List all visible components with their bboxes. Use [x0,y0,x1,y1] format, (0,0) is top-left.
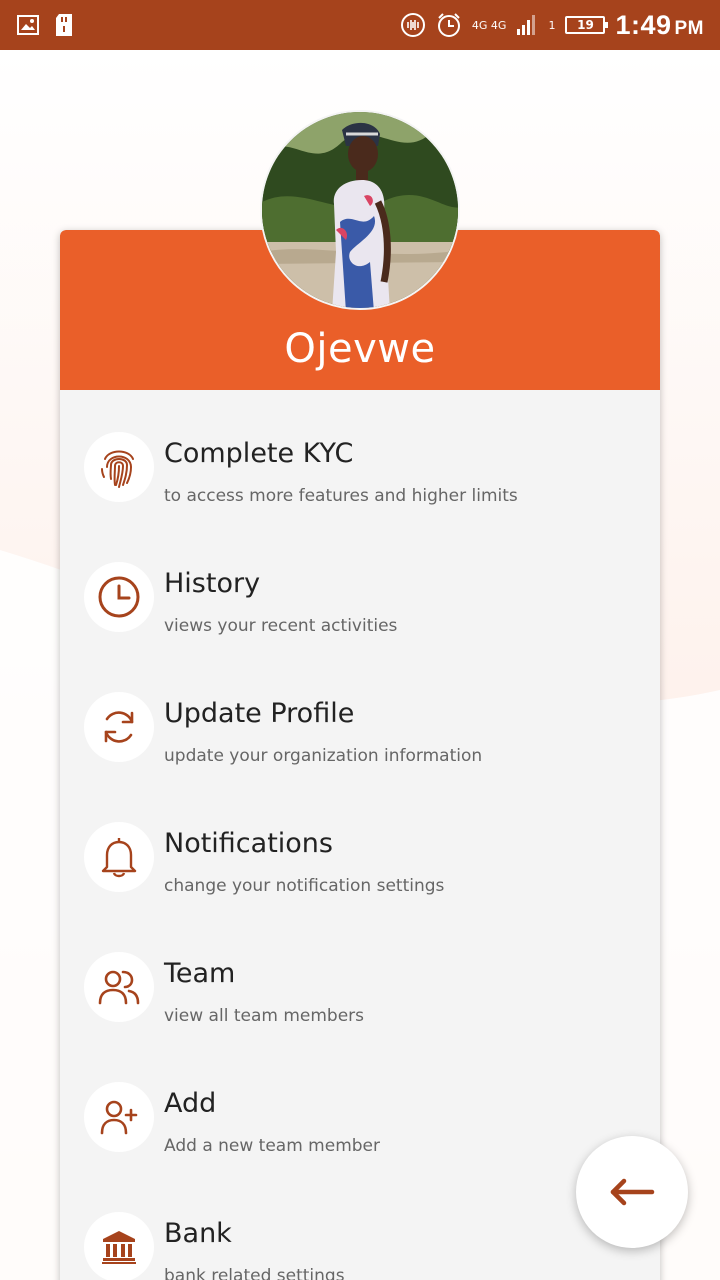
menu-item-title: Add [164,1088,217,1119]
arrow-left-icon [610,1178,655,1206]
menu-item-title: History [164,568,261,599]
back-fab-button[interactable] [576,1136,688,1248]
status-bar: 4G 4G 1 19 1:49 PM [0,0,720,50]
menu-item-history[interactable]: History views your recent activities [60,520,660,640]
image-icon [16,13,40,37]
menu-item-update-profile[interactable]: Update Profile update your organization … [60,650,660,770]
menu-item-subtitle: views your recent activities [164,616,398,636]
profile-card: Ojevwe Complete KYC to access more featu… [60,230,660,1280]
user-plus-icon [84,1082,154,1152]
sd-card-icon [54,13,74,37]
signal-icon [516,13,538,37]
menu-item-subtitle: Add a new team member [164,1136,381,1156]
menu-item-add[interactable]: Add Add a new team member [60,1040,660,1160]
battery-indicator: 19 [565,16,609,34]
menu-item-title: Notifications [164,828,333,859]
menu-item-subtitle: to access more features and higher limit… [164,486,518,506]
menu-item-notifications[interactable]: Notifications change your notification s… [60,780,660,900]
menu-item-team[interactable]: Team view all team members [60,910,660,1030]
sim-slot: 1 [548,18,556,32]
menu-item-subtitle: update your organization information [164,746,483,766]
vibrate-icon [400,12,426,38]
clock-icon [84,562,154,632]
profile-avatar[interactable] [260,110,460,310]
alarm-icon [436,12,462,38]
users-icon [84,952,154,1022]
menu-item-title: Team [164,958,236,989]
bank-icon [84,1212,154,1280]
menu-item-complete-kyc[interactable]: Complete KYC to access more features and… [60,390,660,510]
network-indicator: 4G 4G [471,18,507,32]
clock: 1:49 PM [615,9,704,40]
menu-item-subtitle: view all team members [164,1006,364,1026]
profile-name: Ojevwe [284,326,436,372]
menu-item-title: Update Profile [164,698,355,729]
menu-item-bank[interactable]: Bank bank related settings [60,1170,660,1280]
menu-item-title: Bank [164,1218,232,1249]
refresh-icon [84,692,154,762]
menu-item-subtitle: bank related settings [164,1266,345,1280]
menu-item-title: Complete KYC [164,438,354,469]
menu-item-subtitle: change your notification settings [164,876,445,896]
fingerprint-icon [84,432,154,502]
bell-icon [84,822,154,892]
